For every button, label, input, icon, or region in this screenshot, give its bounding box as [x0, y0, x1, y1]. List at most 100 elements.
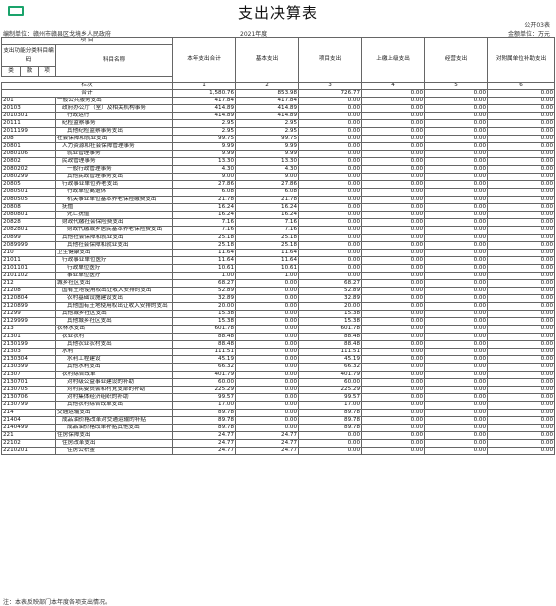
- row-value-cell[interactable]: 0.00: [235, 347, 300, 357]
- row-subject-name-cell[interactable]: 农村综合改革: [54, 370, 174, 380]
- row-value-cell[interactable]: 0.00: [298, 165, 363, 174]
- row-value-cell[interactable]: 0.00: [424, 355, 489, 364]
- row-value-cell[interactable]: 0.00: [424, 294, 489, 304]
- total-cell[interactable]: 1,580.76: [172, 89, 237, 98]
- row-subject-name-cell[interactable]: 对村民委员会和村党支部的补助: [54, 385, 174, 395]
- row-value-cell[interactable]: 6.08: [235, 187, 300, 197]
- row-value-cell[interactable]: 88.48: [298, 332, 363, 342]
- row-value-cell[interactable]: 89.78: [298, 423, 363, 433]
- row-value-cell[interactable]: 9.00: [235, 172, 300, 182]
- row-value-cell[interactable]: 0.00: [424, 362, 489, 372]
- row-value-cell[interactable]: 27.86: [235, 180, 300, 189]
- row-value-cell[interactable]: 225.29: [298, 385, 363, 395]
- row-subject-name-cell[interactable]: 抚恤: [54, 203, 174, 212]
- row-value-cell[interactable]: 0.00: [361, 195, 426, 205]
- row-value-cell[interactable]: 4.30: [172, 165, 237, 174]
- row-value-cell[interactable]: 0.00: [361, 439, 426, 448]
- row-code-cell[interactable]: 2130701: [1, 378, 56, 387]
- row-value-cell[interactable]: 2.95: [235, 127, 300, 136]
- row-value-cell[interactable]: 0.00: [487, 385, 556, 395]
- row-value-cell[interactable]: 225.29: [172, 385, 237, 395]
- row-value-cell[interactable]: 0.00: [361, 332, 426, 342]
- row-value-cell[interactable]: 0.00: [235, 362, 300, 372]
- row-value-cell[interactable]: 0.00: [298, 241, 363, 250]
- row-code-cell[interactable]: 20111: [1, 119, 56, 129]
- row-code-cell[interactable]: 21299: [1, 309, 56, 319]
- row-value-cell[interactable]: 0.00: [424, 195, 489, 205]
- row-value-cell[interactable]: 0.00: [298, 119, 363, 129]
- row-code-cell[interactable]: 208: [1, 134, 56, 144]
- row-value-cell[interactable]: 89.78: [172, 423, 237, 433]
- row-value-cell[interactable]: 0.00: [487, 142, 556, 151]
- row-value-cell[interactable]: 0.00: [298, 431, 363, 441]
- row-value-cell[interactable]: 15.38: [298, 309, 363, 319]
- row-value-cell[interactable]: 0.00: [361, 233, 426, 243]
- row-value-cell[interactable]: 0.00: [235, 393, 300, 402]
- row-subject-name-cell[interactable]: 其他农村综合改革支出: [54, 401, 174, 410]
- row-value-cell[interactable]: 0.00: [361, 127, 426, 136]
- row-value-cell[interactable]: 0.00: [487, 241, 556, 250]
- row-value-cell[interactable]: 32.89: [172, 294, 237, 304]
- row-value-cell[interactable]: 88.48: [298, 340, 363, 349]
- row-code-cell[interactable]: 21404: [1, 416, 56, 425]
- row-value-cell[interactable]: 0.00: [487, 370, 556, 380]
- row-value-cell[interactable]: 0.00: [487, 218, 556, 227]
- row-value-cell[interactable]: 0.00: [361, 294, 426, 304]
- row-value-cell[interactable]: 0.00: [361, 370, 426, 380]
- row-value-cell[interactable]: 16.24: [235, 210, 300, 220]
- row-subject-name-cell[interactable]: 就业管理事务: [54, 149, 174, 159]
- row-subject-name-cell[interactable]: 住房改革支出: [54, 439, 174, 448]
- row-subject-name-cell[interactable]: 水利: [54, 347, 174, 357]
- row-value-cell[interactable]: 0.00: [361, 446, 426, 456]
- row-subject-name-cell[interactable]: 成品油价格改革对交通运输的补贴: [54, 416, 174, 425]
- row-value-cell[interactable]: 0.00: [235, 401, 300, 410]
- row-code-cell[interactable]: 2082801: [1, 225, 56, 235]
- row-value-cell[interactable]: 13.30: [235, 157, 300, 167]
- row-value-cell[interactable]: 88.48: [172, 332, 237, 342]
- row-value-cell[interactable]: 16.24: [235, 203, 300, 212]
- row-value-cell[interactable]: 4.30: [235, 165, 300, 174]
- row-value-cell[interactable]: 0.00: [487, 96, 556, 106]
- row-value-cell[interactable]: 1.00: [172, 271, 237, 281]
- row-value-cell[interactable]: 0.00: [235, 279, 300, 288]
- row-value-cell[interactable]: 0.00: [298, 264, 363, 273]
- row-value-cell[interactable]: 0.00: [361, 241, 426, 250]
- row-value-cell[interactable]: 0.00: [298, 127, 363, 136]
- total-cell[interactable]: 0.00: [361, 89, 426, 98]
- row-value-cell[interactable]: 99.57: [172, 393, 237, 402]
- row-value-cell[interactable]: 0.00: [361, 355, 426, 364]
- row-value-cell[interactable]: 414.89: [172, 111, 237, 121]
- row-value-cell[interactable]: 0.00: [235, 340, 300, 349]
- row-code-cell[interactable]: 213: [1, 324, 56, 334]
- row-value-cell[interactable]: 0.00: [298, 180, 363, 189]
- row-value-cell[interactable]: 0.00: [487, 362, 556, 372]
- row-value-cell[interactable]: 0.00: [361, 203, 426, 212]
- row-value-cell[interactable]: 0.00: [487, 378, 556, 387]
- row-value-cell[interactable]: 0.00: [424, 111, 489, 121]
- row-value-cell[interactable]: 89.78: [298, 416, 363, 425]
- row-value-cell[interactable]: 21.78: [172, 195, 237, 205]
- row-value-cell[interactable]: 68.27: [172, 279, 237, 288]
- row-value-cell[interactable]: 0.00: [298, 256, 363, 265]
- row-code-cell[interactable]: 2130304: [1, 355, 56, 364]
- row-value-cell[interactable]: 0.00: [487, 210, 556, 220]
- row-subject-name-cell[interactable]: 其他国有土地使用权出让收入安排的支出: [54, 302, 174, 311]
- row-subject-name-cell[interactable]: 其他水利支出: [54, 362, 174, 372]
- row-value-cell[interactable]: 52.89: [172, 286, 237, 296]
- row-value-cell[interactable]: 414.89: [235, 111, 300, 121]
- row-code-cell[interactable]: 2130399: [1, 362, 56, 372]
- row-value-cell[interactable]: 0.00: [487, 127, 556, 136]
- row-value-cell[interactable]: 0.00: [235, 423, 300, 433]
- row-value-cell[interactable]: 17.00: [298, 401, 363, 410]
- row-value-cell[interactable]: 99.75: [172, 134, 237, 144]
- row-subject-name-cell[interactable]: 国有土地使用权出让收入安排的支出: [54, 286, 174, 296]
- row-value-cell[interactable]: 0.00: [487, 408, 556, 418]
- row-value-cell[interactable]: 11.64: [235, 256, 300, 265]
- row-code-cell[interactable]: 2130799: [1, 401, 56, 410]
- row-value-cell[interactable]: 2.95: [172, 127, 237, 136]
- row-code-cell[interactable]: 2140499: [1, 423, 56, 433]
- row-value-cell[interactable]: 0.00: [235, 309, 300, 319]
- row-value-cell[interactable]: 0.00: [361, 347, 426, 357]
- row-value-cell[interactable]: 15.38: [172, 317, 237, 326]
- row-value-cell[interactable]: 7.16: [172, 218, 237, 227]
